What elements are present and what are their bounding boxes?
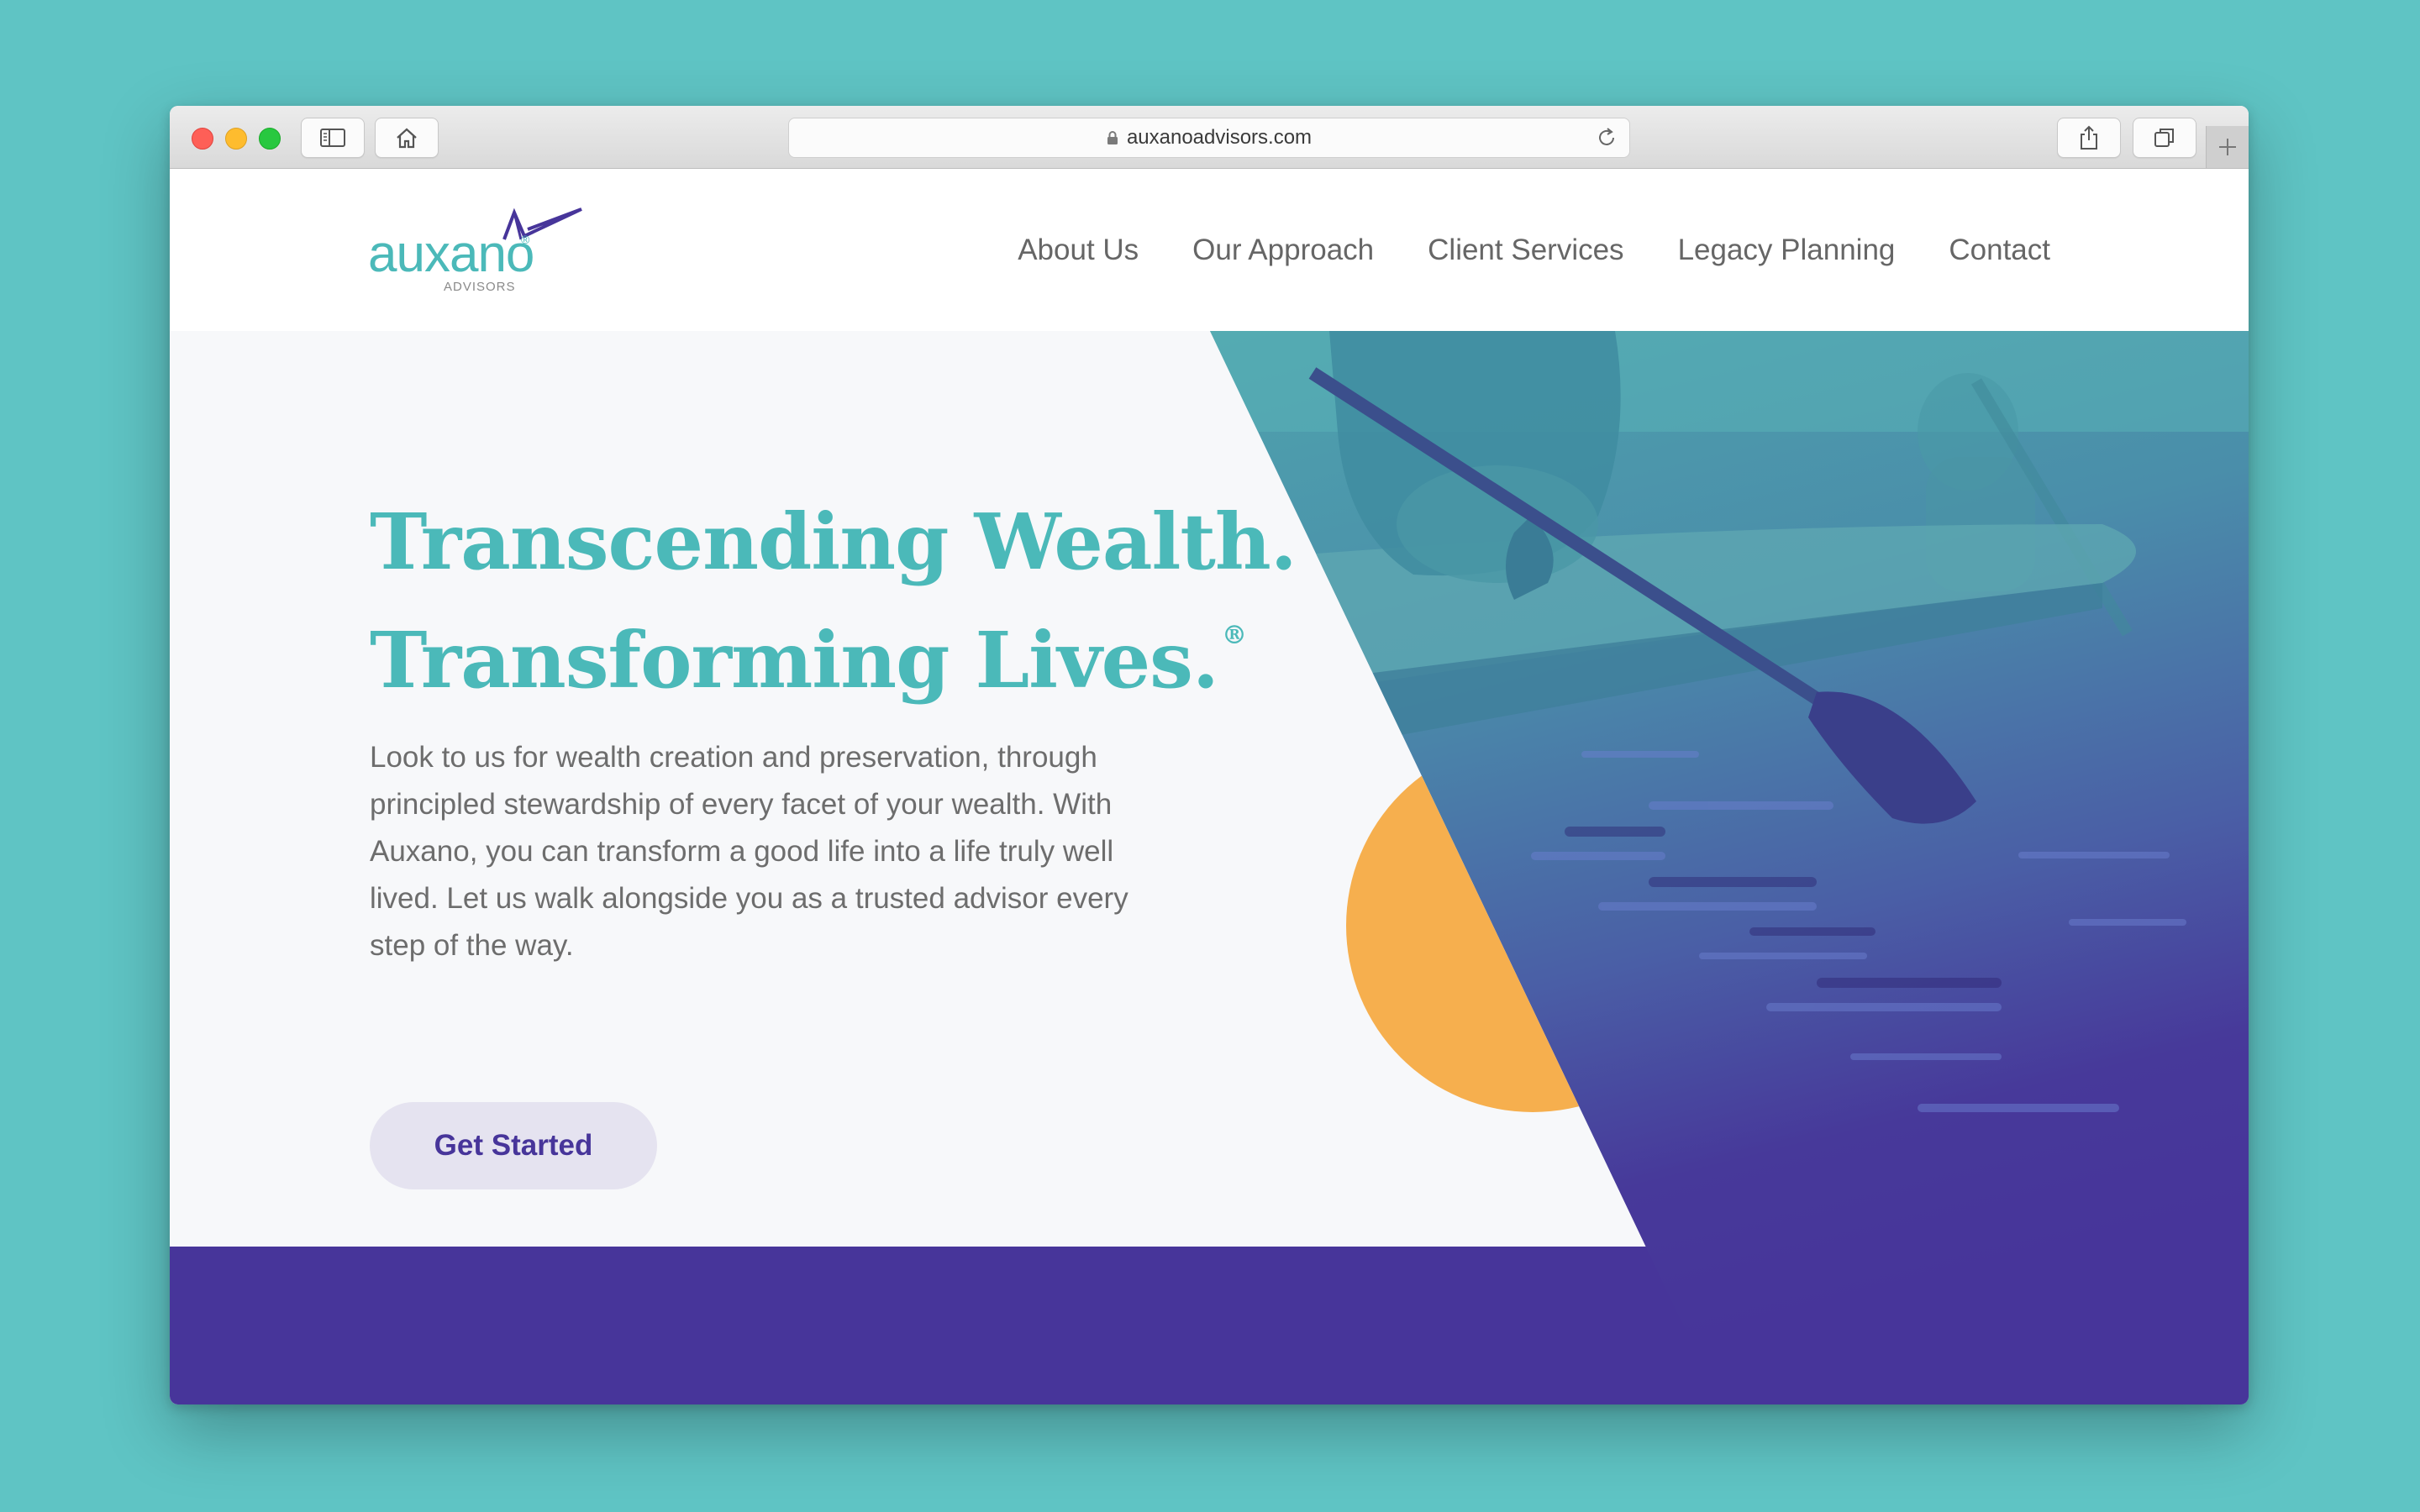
zoom-window-button[interactable]	[259, 128, 281, 150]
registered-mark: ®	[1221, 621, 1247, 650]
share-icon	[2081, 125, 2097, 150]
kayak-photo	[1210, 331, 2249, 1404]
minimize-window-button[interactable]	[225, 128, 247, 150]
hero-body-text: Look to us for wealth creation and prese…	[370, 741, 1128, 962]
address-bar[interactable]: auxanoadvisors.com	[788, 118, 1630, 158]
hero-headline: Transcending Wealth. Transforming Lives.…	[370, 495, 1336, 707]
sidebar-toggle-button[interactable]	[301, 118, 365, 158]
close-window-button[interactable]	[192, 128, 213, 150]
hero-content: Transcending Wealth. Transforming Lives.…	[370, 495, 1336, 999]
nav-item-about-us[interactable]: About Us	[1018, 234, 1139, 267]
main-nav: About Us Our Approach Client Services Le…	[1018, 169, 2050, 331]
nav-item-legacy-planning[interactable]: Legacy Planning	[1678, 234, 1896, 267]
nav-item-our-approach[interactable]: Our Approach	[1192, 234, 1374, 267]
home-icon	[397, 128, 417, 149]
logo-registered-mark: ®	[521, 233, 530, 246]
web-page: auxano ® ADVISORS About Us Our Approach …	[170, 169, 2249, 1404]
logo-wordmark: auxano	[368, 225, 534, 283]
share-button[interactable]	[2057, 118, 2121, 158]
home-button[interactable]	[375, 118, 439, 158]
tabs-icon	[2154, 129, 2174, 147]
tabs-overview-button[interactable]	[2133, 118, 2196, 158]
reload-icon[interactable]	[1596, 127, 1618, 149]
get-started-button[interactable]: Get Started	[370, 1102, 657, 1189]
nav-item-client-services[interactable]: Client Services	[1428, 234, 1623, 267]
new-tab-button[interactable]	[2206, 126, 2249, 168]
headline-line-1: Transcending Wealth.	[370, 496, 1297, 587]
url-text: auxanoadvisors.com	[1126, 126, 1313, 149]
browser-window: auxanoadvisors.com auxano ® ADVISORS Abo…	[170, 106, 2249, 1404]
logo-tagline: ADVISORS	[444, 280, 516, 294]
site-header: auxano ® ADVISORS About Us Our Approach …	[170, 169, 2249, 331]
nav-item-contact[interactable]: Contact	[1949, 234, 2050, 267]
plus-icon	[2219, 139, 2236, 155]
browser-toolbar: auxanoadvisors.com	[170, 106, 2249, 169]
auxano-logo[interactable]: auxano ® ADVISORS	[368, 206, 587, 298]
sidebar-icon	[320, 129, 345, 147]
headline-line-2: Transforming Lives.	[370, 615, 1219, 706]
lock-icon	[1107, 131, 1118, 144]
